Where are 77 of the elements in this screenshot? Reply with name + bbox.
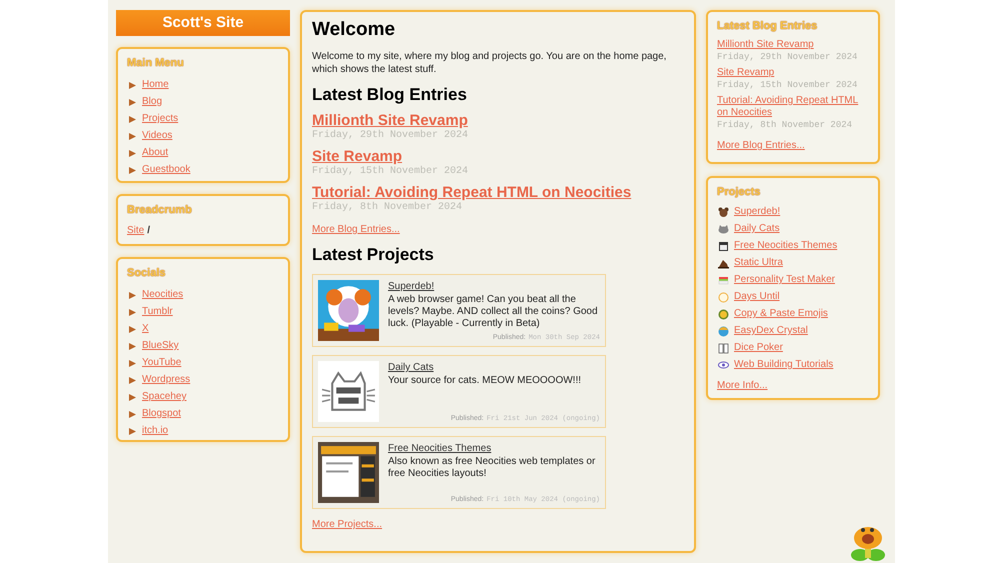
- panel-title: Projects: [717, 185, 760, 199]
- arrow-bullet-icon: [129, 376, 136, 384]
- blog-date: Friday, 8th November 2024: [717, 119, 854, 131]
- project-link[interactable]: Days Until: [734, 291, 780, 303]
- project-description: A web browser game! Can you beat all the levels? Maybe. AND collect all the coins? Good luck. (Playable - Currently in Beta): [388, 294, 599, 330]
- project-link[interactable]: Web Building Tutorials: [734, 359, 834, 371]
- project-link[interactable]: EasyDex Crystal: [734, 325, 808, 337]
- more-link[interactable]: More Blog Entries...: [717, 140, 805, 152]
- more-link[interactable]: More Blog Entries...: [312, 224, 400, 236]
- panel-title: Socials: [127, 266, 166, 280]
- blog-title-link[interactable]: Site Revamp: [312, 148, 402, 166]
- blog-title-link[interactable]: Tutorial: Avoiding Repeat HTML on Neocities: [312, 184, 632, 202]
- menu-link[interactable]: YouTube: [142, 357, 182, 369]
- menu-link[interactable]: BlueSky: [142, 340, 179, 352]
- arrow-bullet-icon: [129, 308, 136, 316]
- arrow-bullet-icon: [129, 116, 136, 122]
- arrow-bullet-icon: [129, 326, 136, 332]
- menu-link[interactable]: X: [142, 323, 149, 335]
- menu-link[interactable]: Neocities: [142, 289, 184, 301]
- panel-title: Breadcrumb: [127, 203, 192, 217]
- intro-text: Welcome to my site, where my blog and projects go. You are on the home page, which shows the latest stuff.: [312, 50, 668, 76]
- menu-link[interactable]: Guestbook: [142, 164, 190, 176]
- more-link[interactable]: More Info...: [717, 380, 768, 392]
- breadcrumb-separator: /: [147, 225, 150, 237]
- menu-link[interactable]: Blog: [142, 96, 162, 108]
- arrow-bullet-icon: [129, 98, 136, 106]
- menu-link[interactable]: Spacehey: [142, 391, 186, 403]
- menu-link[interactable]: Home: [142, 79, 169, 91]
- page-heading: Welcome: [312, 18, 396, 42]
- arrow-bullet-icon: [129, 342, 136, 350]
- stripes-icon: [718, 274, 729, 286]
- site-title: Scott's Site: [116, 10, 290, 36]
- arrow-bullet-icon: [129, 132, 136, 140]
- more-link[interactable]: More Projects...: [312, 519, 382, 531]
- arrow-bullet-icon: [129, 360, 136, 366]
- post-title-link[interactable]: Tutorial: Avoiding Repeat HTML on Neocities: [717, 95, 869, 119]
- project-link[interactable]: Superdeb!: [734, 206, 780, 218]
- arrow-bullet-icon: [129, 150, 136, 156]
- menu-link[interactable]: About: [142, 147, 168, 159]
- section-heading: Latest Projects: [312, 244, 435, 266]
- breadcrumb-link[interactable]: Site: [127, 225, 144, 237]
- menu-link[interactable]: Wordpress: [142, 374, 190, 386]
- panel-title: Main Menu: [127, 56, 184, 70]
- blog-date: Friday, 29th November 2024: [717, 51, 858, 63]
- arrow-bullet-icon: [129, 82, 136, 88]
- panel-title: Latest Blog Entries: [717, 19, 818, 33]
- project-link[interactable]: Daily Cats: [734, 223, 780, 235]
- bear-icon: [718, 206, 729, 218]
- project-title-link[interactable]: Superdeb!: [388, 280, 434, 293]
- menu-link[interactable]: Projects: [142, 113, 178, 125]
- project-link[interactable]: Copy & Paste Emojis: [734, 308, 828, 320]
- project-link[interactable]: Personality Test Maker: [734, 274, 835, 286]
- arrow-bullet-icon: [129, 292, 136, 298]
- eye-icon: [718, 360, 729, 370]
- project-link[interactable]: Free Neocities Themes: [734, 240, 838, 252]
- project-link[interactable]: Dice Poker: [734, 342, 783, 354]
- cat-face-icon: [718, 224, 729, 234]
- blog-date: Friday, 15th November 2024: [717, 79, 858, 91]
- arrow-bullet-icon: [129, 428, 136, 434]
- project-description: Your source for cats. MEOW MEOOOOW!!!: [388, 375, 582, 387]
- section-heading: Latest Blog Entries: [312, 84, 468, 106]
- project-description: Also known as free Neocities web templates or free Neocities layouts!: [388, 456, 596, 480]
- arrow-bullet-icon: [129, 410, 136, 418]
- arrow-bullet-icon: [129, 166, 136, 174]
- menu-link[interactable]: Tumblr: [142, 306, 173, 318]
- menu-link[interactable]: Blogspot: [142, 408, 181, 420]
- arrow-bullet-icon: [129, 394, 136, 400]
- window-icon: [718, 240, 729, 252]
- menu-link[interactable]: Videos: [142, 130, 172, 142]
- blog-title-link[interactable]: Millionth Site Revamp: [312, 112, 468, 130]
- circle-icon: [718, 292, 729, 302]
- project-title-link[interactable]: Daily Cats: [388, 361, 434, 374]
- menu-link[interactable]: itch.io: [142, 425, 168, 437]
- post-title-link[interactable]: Millionth Site Revamp: [717, 39, 814, 51]
- project-title-link[interactable]: Free Neocities Themes: [388, 442, 492, 455]
- project-link[interactable]: Static Ultra: [734, 257, 783, 269]
- post-title-link[interactable]: Site Revamp: [717, 67, 774, 79]
